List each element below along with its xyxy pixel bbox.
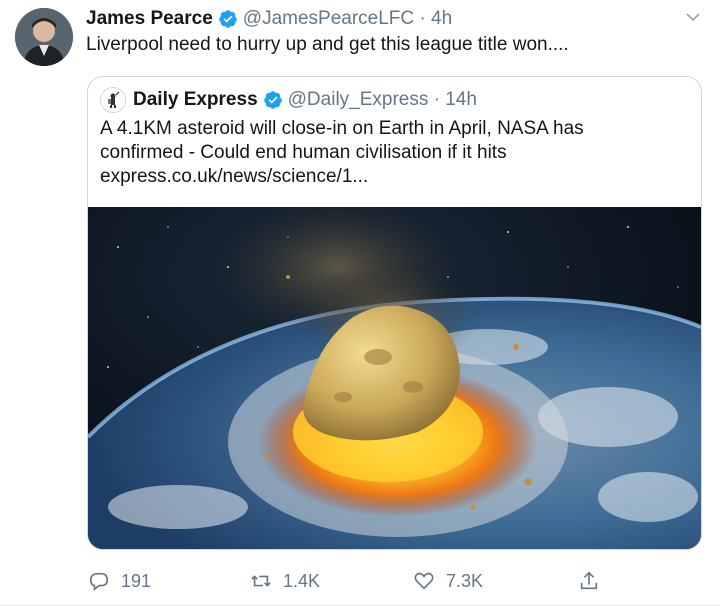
- quoted-tweet[interactable]: Daily Express @Daily_Express · 14h A 4.1…: [87, 76, 702, 550]
- quoted-author-name[interactable]: Daily Express: [133, 89, 258, 111]
- reply-icon: [89, 572, 109, 591]
- daily-express-logo: [100, 87, 126, 113]
- retweet-count: 1.4K: [283, 570, 321, 591]
- verified-badge-icon: [263, 91, 282, 109]
- chevron-down-icon[interactable]: [684, 8, 702, 26]
- quoted-text-line: confirmed - Could end human civilisation…: [100, 142, 507, 163]
- like-button[interactable]: 7.3K: [413, 566, 483, 596]
- share-icon: [580, 571, 598, 590]
- like-icon: [414, 572, 434, 590]
- tweet-text: Liverpool need to hurry up and get this …: [86, 34, 569, 55]
- author-handle-time[interactable]: @JamesPearceLFC · 4h: [243, 8, 452, 30]
- author-avatar-image: [15, 8, 73, 66]
- quoted-link-text[interactable]: express.co.uk/news/science/1...: [100, 165, 690, 189]
- quoted-tweet-header: Daily Express @Daily_Express · 14h: [100, 87, 477, 113]
- quoted-tweet-text: A 4.1KM asteroid will close-in on Earth …: [100, 117, 690, 189]
- asteroid-impact-image[interactable]: [88, 207, 701, 549]
- verified-badge-icon: [219, 10, 237, 28]
- share-button[interactable]: [578, 566, 611, 596]
- quoted-text-line: A 4.1KM asteroid will close-in on Earth …: [100, 118, 584, 139]
- retweet-button[interactable]: 1.4K: [250, 566, 320, 596]
- tweet-action-bar: 191 1.4K 7.3K: [0, 566, 720, 596]
- reply-count: 191: [121, 570, 152, 591]
- author-avatar[interactable]: [15, 8, 73, 66]
- like-count: 7.3K: [446, 570, 484, 591]
- reply-button[interactable]: 191: [88, 566, 151, 596]
- author-name[interactable]: James Pearce: [86, 8, 213, 30]
- tweet-header: James Pearce @JamesPearceLFC · 4h: [86, 6, 452, 32]
- crusader-logo-icon: [108, 91, 120, 108]
- quoted-handle-time[interactable]: @Daily_Express · 14h: [288, 89, 477, 111]
- retweet-icon: [251, 575, 271, 587]
